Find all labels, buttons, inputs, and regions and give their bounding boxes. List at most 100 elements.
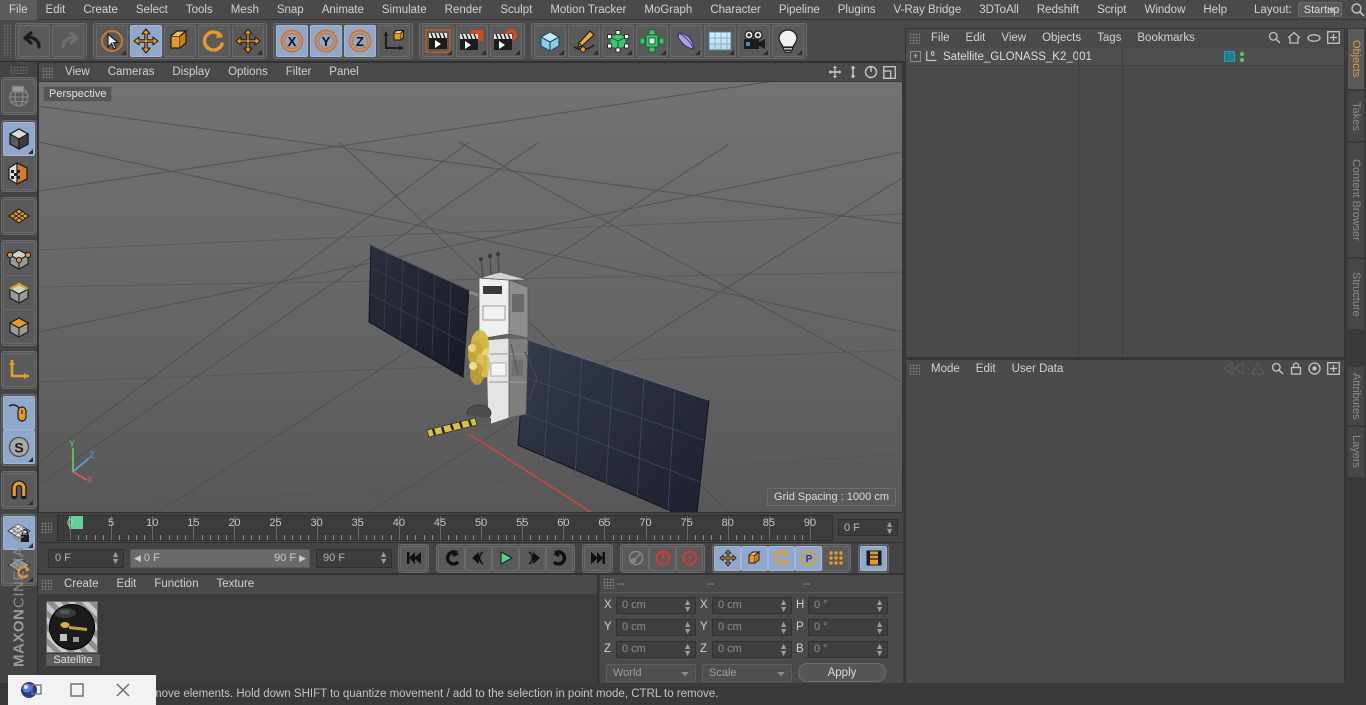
tab-layers[interactable]: Layers (1347, 426, 1365, 478)
coord-field-size-z[interactable]: 0 cm ▲ ▼ (712, 640, 792, 658)
timeline-grip[interactable] (41, 522, 52, 533)
viewport-menu-cameras[interactable]: Cameras (99, 63, 164, 82)
menu-item-simulate[interactable]: Simulate (373, 0, 436, 20)
add-deformer-button[interactable] (636, 24, 668, 57)
expand-toggle-icon[interactable]: + (910, 51, 921, 62)
rotate-tool-button[interactable] (198, 24, 230, 57)
go-to-start-button[interactable] (400, 545, 427, 571)
next-key-button[interactable] (546, 545, 573, 571)
coordinates-grip[interactable] (603, 578, 614, 589)
spinner-icon[interactable]: ▲ ▼ (683, 641, 692, 657)
viewport-3d-canvas[interactable]: Perspective Y Z X Grid Spacing: 1000 cm (39, 82, 902, 512)
add-spline-object-button[interactable] (568, 24, 600, 57)
scale-tool-button[interactable] (164, 24, 196, 57)
keyframe-selection-button[interactable]: ? (676, 545, 703, 571)
material-swatch[interactable] (46, 601, 98, 653)
coordinate-mode-dropdown[interactable]: Scale (702, 663, 792, 682)
menu-item-render[interactable]: Render (436, 0, 492, 20)
viewport-menu-options[interactable]: Options (219, 63, 277, 82)
live-selection-tool-button[interactable] (96, 24, 128, 57)
record-active-objects-button[interactable] (622, 545, 649, 571)
menu-item-mesh[interactable]: Mesh (222, 0, 268, 20)
tab-takes[interactable]: Takes (1347, 90, 1365, 142)
texture-mode-icon[interactable] (2, 156, 35, 190)
menu-item-file[interactable]: File (0, 0, 37, 20)
scale-key-button[interactable] (741, 545, 768, 571)
object-menu-objects[interactable]: Objects (1034, 29, 1089, 48)
current-frame-input[interactable]: 0 F ▲ ▼ (48, 548, 124, 568)
target-icon[interactable] (1308, 362, 1321, 378)
rotation-key-button[interactable] (768, 545, 795, 571)
spinner-icon[interactable]: ▲ ▼ (379, 549, 388, 565)
material-tag-icon[interactable] (1224, 51, 1235, 62)
previous-key-button[interactable] (438, 545, 465, 571)
coord-field-rot-h[interactable]: 0 ° ▲ ▼ (808, 596, 888, 614)
toolbar-grip[interactable] (3, 23, 12, 58)
tab-structure[interactable]: Structure (1347, 258, 1365, 330)
menu-item-create[interactable]: Create (74, 0, 127, 20)
pan-view-icon[interactable] (828, 65, 842, 82)
material-menu-function[interactable]: Function (145, 575, 207, 594)
world-coordinate-system-button[interactable] (378, 24, 410, 57)
menu-item-select[interactable]: Select (127, 0, 177, 20)
spinner-icon[interactable]: ▲ ▼ (875, 641, 884, 657)
render-settings-button[interactable] (490, 24, 522, 57)
object-menu-edit[interactable]: Edit (958, 29, 994, 48)
end-frame-input[interactable]: 90 F ▲ ▼ (316, 548, 392, 568)
object-manager-grip[interactable] (909, 33, 920, 44)
add-scene-object-button[interactable] (704, 24, 736, 57)
menu-item-window[interactable]: Window (1135, 0, 1194, 20)
go-to-end-button[interactable] (584, 545, 611, 571)
menu-item-redshift[interactable]: Redshift (1028, 0, 1088, 20)
point-mode-icon[interactable] (2, 242, 35, 276)
dolly-view-icon[interactable] (847, 65, 859, 82)
polygon-face-mode-icon[interactable] (2, 310, 35, 344)
object-menu-view[interactable]: View (993, 29, 1034, 48)
spinner-icon[interactable]: ▲ ▼ (779, 641, 788, 657)
material-menu-create[interactable]: Create (55, 575, 108, 594)
material-grip[interactable] (41, 579, 52, 590)
step-back-button[interactable] (465, 545, 492, 571)
material-item[interactable]: Satellite (46, 601, 100, 666)
move-tool-button[interactable] (130, 24, 162, 57)
axis-x-button[interactable]: X (276, 24, 308, 57)
viewport-menu-panel[interactable]: Panel (320, 63, 367, 82)
enable-snap-icon[interactable] (2, 396, 35, 430)
timeline-button[interactable] (860, 545, 887, 571)
menu-item-plugins[interactable]: Plugins (829, 0, 885, 20)
add-layer-icon[interactable] (1327, 31, 1340, 47)
viewport-menu-display[interactable]: Display (163, 63, 219, 82)
spinner-icon[interactable]: ▲ ▼ (875, 597, 884, 613)
add-generator-button[interactable] (602, 24, 634, 57)
object-axis-icon[interactable] (2, 353, 35, 387)
menu-item-edit[interactable]: Edit (37, 0, 75, 20)
axis-y-button[interactable]: Y (310, 24, 342, 57)
timeline-current-frame-field[interactable]: 0 F ▲ ▼ (838, 519, 898, 536)
attribute-menu-edit[interactable]: Edit (968, 360, 1004, 379)
nav-back-icon[interactable] (1222, 361, 1245, 378)
spinner-icon[interactable]: ▲ ▼ (779, 597, 788, 613)
object-tag-column[interactable] (1224, 50, 1344, 64)
object-menu-tags[interactable]: Tags (1089, 29, 1129, 48)
spinner-icon[interactable]: ▲ ▼ (111, 549, 120, 565)
undo-button[interactable] (18, 24, 50, 57)
apply-button[interactable]: Apply (798, 663, 886, 682)
menu-item-character[interactable]: Character (701, 0, 770, 20)
maximize-view-icon[interactable] (883, 65, 896, 82)
viewport-menu-filter[interactable]: Filter (277, 63, 321, 82)
menu-item-motion-tracker[interactable]: Motion Tracker (541, 0, 635, 20)
menu-item-tools[interactable]: Tools (177, 0, 222, 20)
move-axis-tool-button[interactable] (232, 24, 264, 57)
coord-field-pos-z[interactable]: 0 cm ▲ ▼ (616, 640, 696, 658)
nav-forward-icon[interactable] (1250, 361, 1266, 378)
make-editable-icon[interactable] (2, 79, 35, 113)
add-camera-button[interactable] (738, 24, 770, 57)
object-row-satellite[interactable]: + 0 Satellite_GLONASS_K2_001 (906, 48, 1344, 66)
menu-item-mograph[interactable]: MoGraph (635, 0, 701, 20)
material-menu-edit[interactable]: Edit (108, 575, 146, 594)
model-mode-icon[interactable] (2, 122, 35, 156)
object-menu-bookmarks[interactable]: Bookmarks (1129, 29, 1203, 48)
redo-button[interactable] (52, 24, 84, 57)
coord-field-size-x[interactable]: 0 cm ▲ ▼ (712, 596, 792, 614)
maximize-icon[interactable] (54, 675, 100, 705)
